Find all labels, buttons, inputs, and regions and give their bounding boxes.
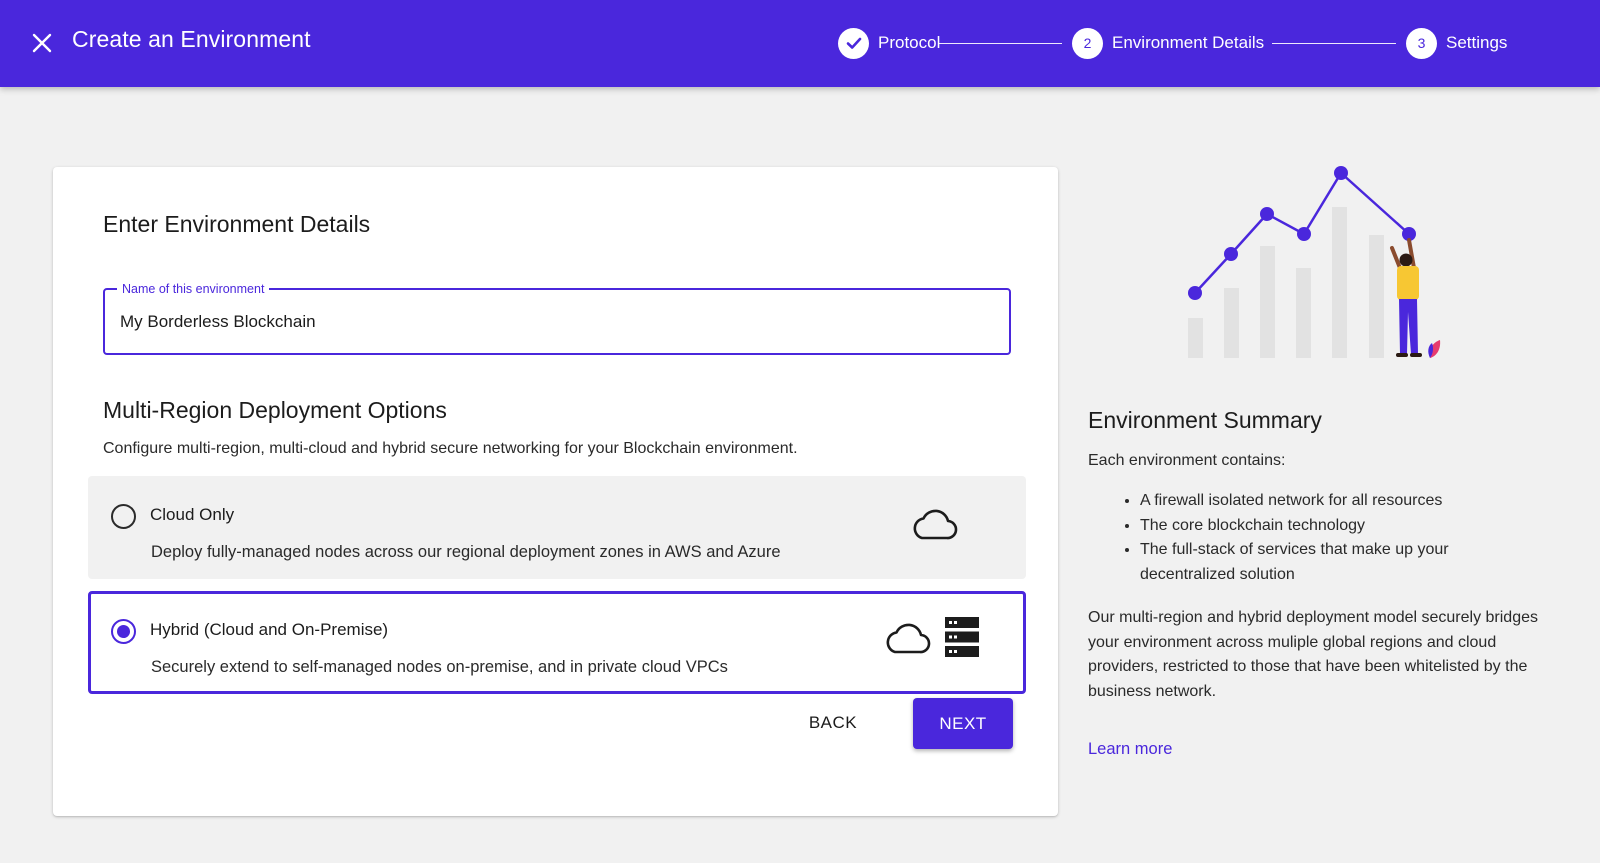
deployment-options-description: Configure multi-region, multi-cloud and …	[103, 440, 798, 457]
option-cloud-only[interactable]: Cloud Only Deploy fully-managed nodes ac…	[88, 476, 1026, 579]
step-connector	[1272, 43, 1396, 44]
step-number: 3	[1406, 27, 1437, 59]
summary-title: Environment Summary	[1088, 407, 1322, 433]
deployment-options-title: Multi-Region Deployment Options	[103, 397, 447, 423]
server-icon	[945, 617, 979, 657]
summary-intro: Each environment contains:	[1088, 452, 1286, 469]
environment-name-field[interactable]: Name of this environment	[103, 281, 1011, 355]
option-description: Deploy fully-managed nodes across our re…	[151, 543, 781, 561]
radio-selected-dot	[117, 625, 130, 638]
close-icon[interactable]	[32, 33, 52, 53]
step-label: Environment Details	[1112, 33, 1265, 52]
radio-cloud-only[interactable]	[111, 504, 136, 529]
list-item: The core blockchain technology	[1140, 514, 1538, 539]
option-title: Hybrid (Cloud and On-Premise)	[150, 620, 389, 639]
step-settings[interactable]: 3 Settings	[1406, 27, 1507, 59]
step-protocol[interactable]: Protocol	[838, 27, 940, 59]
summary-body: Our multi-region and hybrid deployment m…	[1088, 609, 1538, 700]
environment-name-input[interactable]	[120, 308, 980, 336]
close-button[interactable]	[28, 29, 56, 57]
step-label: Protocol	[878, 33, 941, 52]
environment-name-label: Name of this environment	[117, 281, 270, 297]
option-title: Cloud Only	[150, 505, 235, 524]
person-figure	[1390, 238, 1422, 357]
step-completed-indicator	[838, 27, 869, 59]
page-title: Create an Environment	[72, 26, 311, 52]
form-title: Enter Environment Details	[103, 211, 371, 237]
environment-details-card: Enter Environment Details Name of this e…	[53, 167, 1058, 816]
cloud-icon	[886, 623, 931, 654]
step-connector	[938, 43, 1062, 44]
back-button[interactable]: BACK	[783, 697, 883, 749]
radio-hybrid[interactable]	[111, 619, 136, 644]
learn-more-link[interactable]: Learn more	[1088, 740, 1172, 759]
step-label: Settings	[1446, 33, 1508, 52]
list-item: A firewall isolated network for all reso…	[1140, 489, 1538, 514]
cloud-icon	[913, 509, 958, 540]
next-button[interactable]: NEXT	[913, 698, 1013, 749]
step-number: 2	[1072, 27, 1103, 59]
growth-chart-illustration	[1188, 166, 1441, 358]
step-environment-details[interactable]: 2 Environment Details	[1072, 27, 1264, 59]
list-item: The full-stack of services that make up …	[1140, 538, 1538, 587]
app-header: Create an Environment Protocol 2 Environ…	[0, 0, 1600, 87]
option-description: Securely extend to self-managed nodes on…	[151, 658, 728, 676]
check-icon	[846, 37, 861, 49]
option-hybrid[interactable]: Hybrid (Cloud and On-Premise) Securely e…	[88, 591, 1026, 694]
summary-list: A firewall isolated network for all reso…	[1118, 489, 1538, 587]
